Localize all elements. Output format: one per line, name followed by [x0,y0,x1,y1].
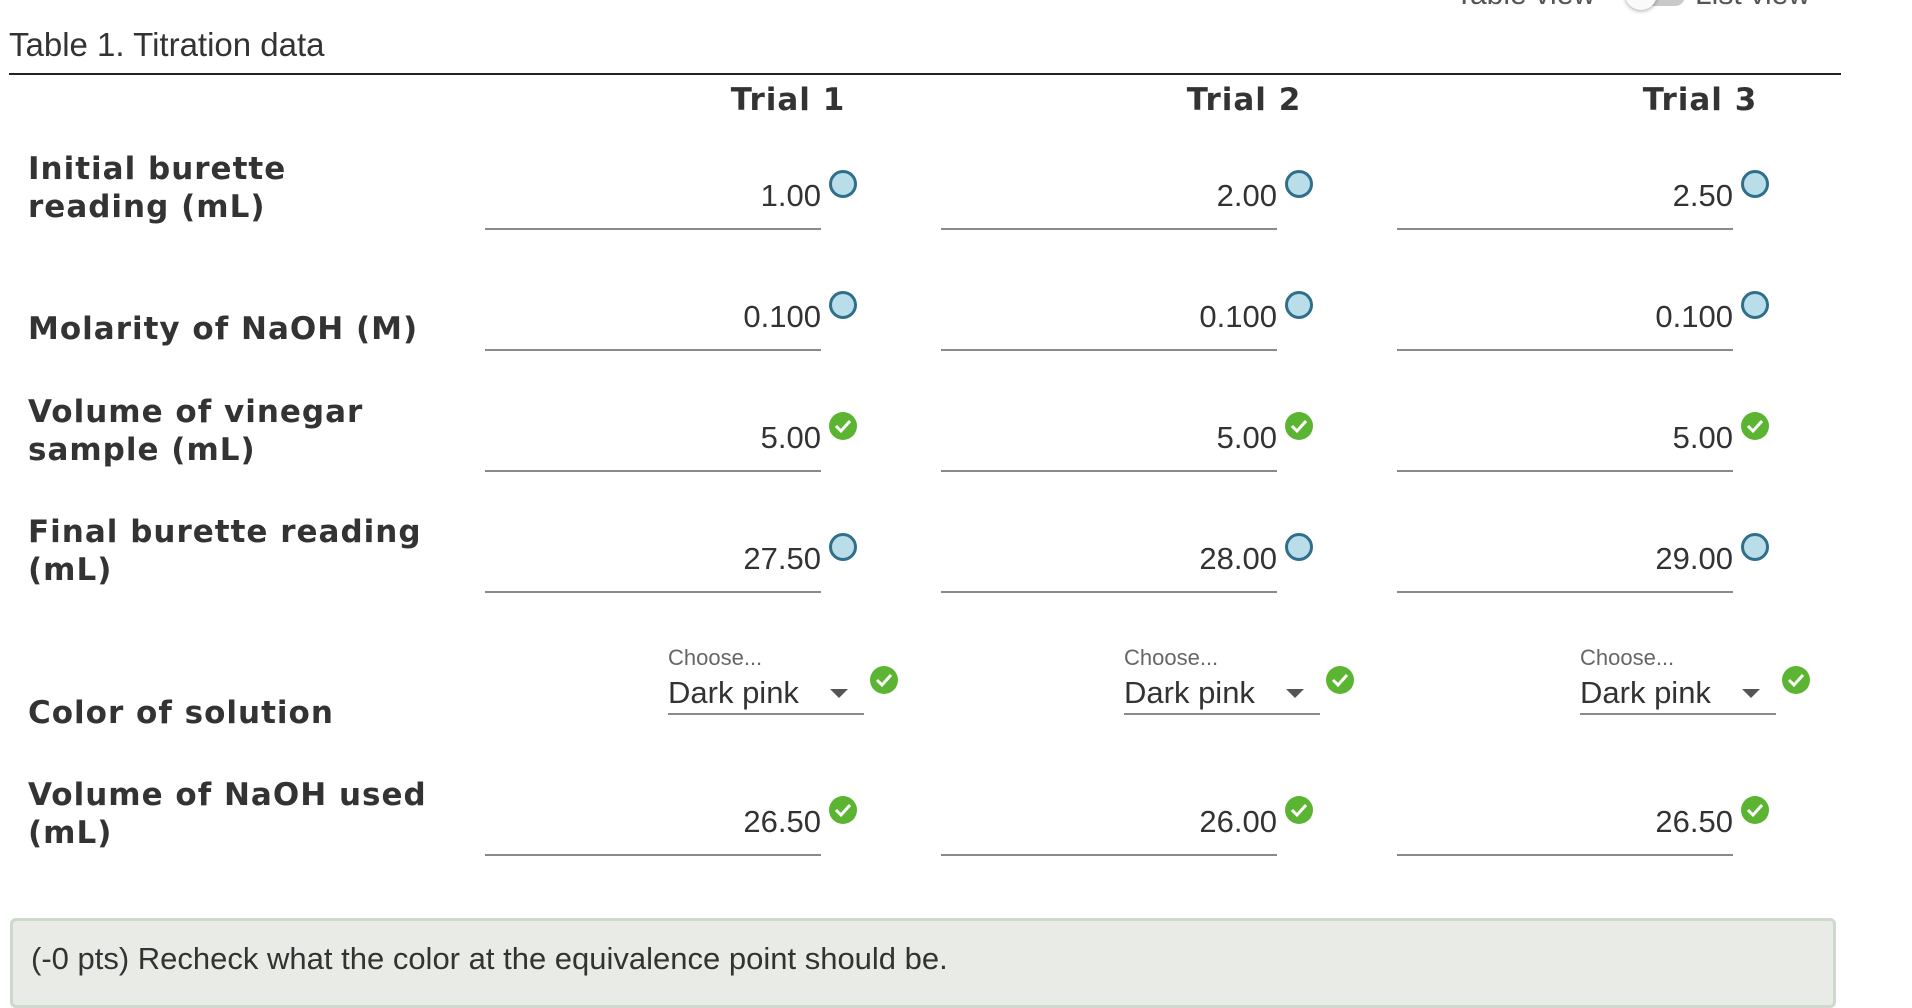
open-circle-icon [1285,533,1313,561]
input-initial-burette-trial-1[interactable]: 1.00 [485,164,821,230]
row-label-color-solution: Color of solution [28,695,334,731]
open-circle-icon [1741,291,1769,319]
select-color-trial-3[interactable]: Choose... Dark pink [1580,645,1776,715]
caret-down-icon [1742,689,1760,698]
open-circle-icon [829,170,857,198]
input-final-burette-trial-1[interactable]: 27.50 [485,527,821,593]
select-placeholder: Choose... [1580,645,1675,670]
select-value: Dark pink [1124,675,1255,710]
column-header-trial-1: Trial 1 [730,82,846,118]
check-circle-icon [829,796,857,824]
select-color-trial-1[interactable]: Choose... Dark pink [668,645,864,715]
select-placeholder: Choose... [1124,645,1219,670]
input-naoh-used-trial-3[interactable]: 26.50 [1397,790,1733,856]
open-circle-icon [1741,170,1769,198]
input-final-burette-trial-2[interactable]: 28.00 [941,527,1277,593]
input-value: 0.100 [1199,299,1277,334]
input-value: 0.100 [743,299,821,334]
input-value: 1.00 [760,178,821,213]
caret-down-icon [830,689,848,698]
table-top-rule [9,73,1841,75]
input-value: 2.50 [1672,178,1733,213]
input-value: 28.00 [1199,541,1277,576]
input-value: 5.00 [1216,420,1277,455]
table-view-label: Table view [1455,0,1595,12]
input-molarity-trial-2[interactable]: 0.100 [941,285,1277,351]
input-molarity-trial-3[interactable]: 0.100 [1397,285,1733,351]
toggle-knob[interactable] [1625,0,1657,10]
open-circle-icon [829,533,857,561]
select-value: Dark pink [1580,675,1711,710]
row-label-naoh-used: Volume of NaOH used (mL) [28,777,427,851]
column-header-trial-2: Trial 2 [1186,82,1302,118]
table-caption: Table 1. Titration data [9,26,325,63]
check-circle-icon [1285,412,1313,440]
row-label-final-burette: Final burette reading (mL) [28,514,422,588]
select-value: Dark pink [668,675,799,710]
check-circle-icon [1741,412,1769,440]
check-circle-icon [1741,796,1769,824]
input-naoh-used-trial-2[interactable]: 26.00 [941,790,1277,856]
input-naoh-used-trial-1[interactable]: 26.50 [485,790,821,856]
row-label-vinegar-volume: Volume of vinegar sample (mL) [28,394,364,468]
check-circle-icon [1782,666,1810,694]
select-color-trial-2[interactable]: Choose... Dark pink [1124,645,1320,715]
row-label-initial-burette: Initial burette reading (mL) [28,151,287,225]
input-initial-burette-trial-2[interactable]: 2.00 [941,164,1277,230]
list-view-label: List view [1695,0,1810,12]
input-value: 26.50 [743,804,821,839]
input-molarity-trial-1[interactable]: 0.100 [485,285,821,351]
open-circle-icon [1285,170,1313,198]
check-circle-icon [1326,666,1354,694]
open-circle-icon [829,291,857,319]
check-circle-icon [829,412,857,440]
select-placeholder: Choose... [668,645,763,670]
row-label-molarity-naoh: Molarity of NaOH (M) [28,311,419,347]
caret-down-icon [1286,689,1304,698]
input-final-burette-trial-3[interactable]: 29.00 [1397,527,1733,593]
input-value: 2.00 [1216,178,1277,213]
input-vinegar-volume-trial-3[interactable]: 5.00 [1397,406,1733,472]
input-value: 5.00 [1672,420,1733,455]
input-value: 26.00 [1199,804,1277,839]
check-circle-icon [1285,796,1313,824]
open-circle-icon [1285,291,1313,319]
input-vinegar-volume-trial-1[interactable]: 5.00 [485,406,821,472]
check-circle-icon [870,666,898,694]
input-initial-burette-trial-3[interactable]: 2.50 [1397,164,1733,230]
feedback-text: (-0 pts) Recheck what the color at the e… [31,941,948,976]
input-value: 26.50 [1655,804,1733,839]
feedback-box: (-0 pts) Recheck what the color at the e… [10,918,1836,1008]
input-vinegar-volume-trial-2[interactable]: 5.00 [941,406,1277,472]
input-value: 27.50 [743,541,821,576]
input-value: 0.100 [1655,299,1733,334]
open-circle-icon [1741,533,1769,561]
input-value: 5.00 [760,420,821,455]
column-header-trial-3: Trial 3 [1642,82,1758,118]
input-value: 29.00 [1655,541,1733,576]
